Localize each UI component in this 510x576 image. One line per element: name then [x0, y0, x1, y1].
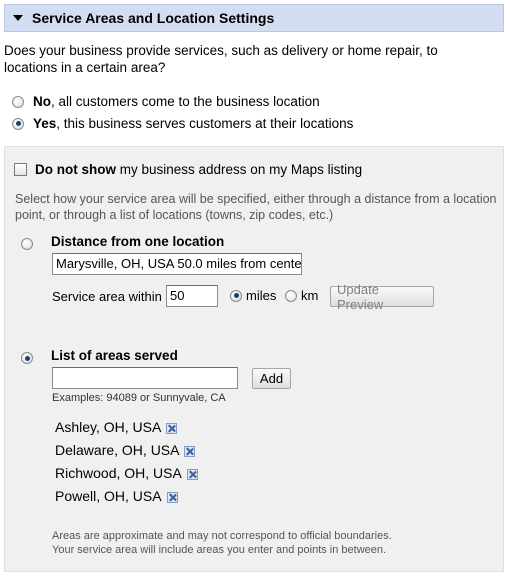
remove-icon[interactable]	[184, 446, 196, 457]
footnote-line-1: Areas are approximate and may not corres…	[52, 530, 392, 542]
distance-label: Distance from one location	[51, 234, 225, 249]
option-yes[interactable]: Yes, this business serves customers at t…	[12, 116, 353, 131]
area-name: Delaware, OH, USA	[55, 442, 180, 458]
remove-icon[interactable]	[166, 423, 178, 434]
distance-location-input[interactable]: Marysville, OH, USA 50.0 miles from cent…	[52, 253, 302, 275]
option-no[interactable]: No, all customers come to the business l…	[12, 94, 320, 109]
distance-radio[interactable]	[21, 238, 33, 250]
area-item-delaware: Delaware, OH, USA	[55, 442, 196, 458]
hide-address-row[interactable]: Do not show my business address on my Ma…	[14, 162, 362, 177]
unit-km-label: km	[301, 288, 319, 303]
list-radio[interactable]	[21, 352, 33, 364]
within-input[interactable]: 50	[166, 285, 218, 307]
update-preview-button[interactable]: Update Preview	[330, 282, 434, 312]
option-no-radio[interactable]	[12, 95, 24, 108]
unit-miles-label: miles	[246, 288, 277, 303]
service-area-panel: Do not show my business address on my Ma…	[4, 146, 504, 572]
within-label: Service area within	[52, 289, 162, 304]
area-name: Richwood, OH, USA	[55, 465, 182, 481]
service-question: Does your business provide services, suc…	[4, 43, 438, 75]
hide-address-label: Do not show my business address on my Ma…	[35, 162, 363, 177]
remove-icon[interactable]	[166, 492, 178, 503]
list-label: List of areas served	[51, 348, 178, 363]
add-button[interactable]: Add	[252, 368, 291, 389]
remove-icon[interactable]	[186, 469, 198, 480]
area-input[interactable]	[52, 367, 238, 389]
area-item-ashley: Ashley, OH, USA	[55, 419, 178, 435]
footnote: Areas are approximate and may not corres…	[52, 529, 392, 557]
unit-miles-radio[interactable]	[230, 289, 242, 302]
option-yes-label: Yes, this business serves customers at t…	[33, 116, 354, 131]
area-name: Powell, OH, USA	[55, 488, 162, 504]
option-yes-radio[interactable]	[12, 117, 24, 130]
area-item-powell: Powell, OH, USA	[55, 488, 178, 504]
instructions-text: Select how your service area will be spe…	[15, 192, 497, 222]
collapse-triangle-icon[interactable]	[13, 15, 23, 21]
unit-km-option[interactable]: km	[285, 288, 318, 303]
section-title: Service Areas and Location Settings	[32, 10, 275, 26]
hide-address-checkbox[interactable]	[14, 163, 27, 176]
unit-miles-option[interactable]: miles	[230, 288, 276, 303]
unit-km-radio[interactable]	[285, 289, 297, 302]
option-no-label: No, all customers come to the business l…	[33, 94, 320, 109]
footnote-line-2: Your service area will include areas you…	[52, 544, 387, 556]
area-name: Ashley, OH, USA	[55, 419, 162, 435]
section-header[interactable]: Service Areas and Location Settings	[4, 4, 504, 32]
area-item-richwood: Richwood, OH, USA	[55, 465, 198, 481]
examples-text: Examples: 94089 or Sunnyvale, CA	[52, 392, 226, 404]
